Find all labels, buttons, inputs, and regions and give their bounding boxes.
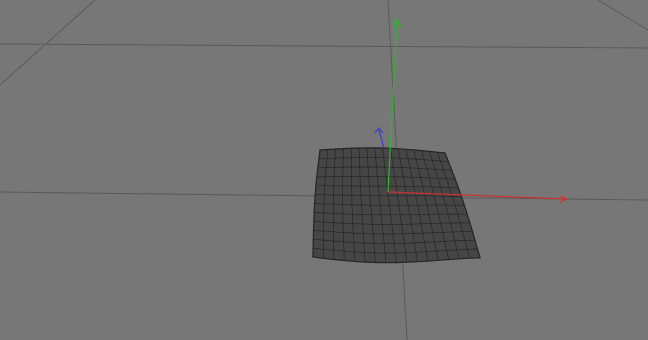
3d-viewport[interactable] <box>0 0 648 340</box>
viewport-canvas[interactable] <box>0 0 648 340</box>
